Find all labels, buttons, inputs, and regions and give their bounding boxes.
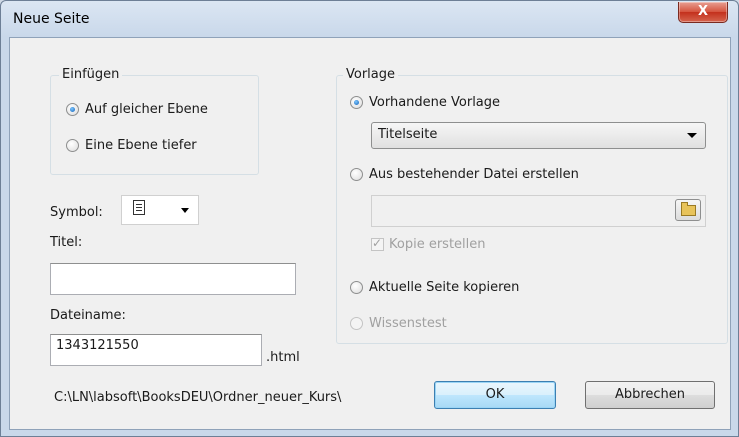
radio-eine-ebene-tiefer[interactable]: Eine Ebene tiefer [66, 138, 197, 153]
radio-label: Vorhandene Vorlage [369, 95, 501, 110]
radio-indicator [350, 168, 363, 181]
einfuegen-group: Einfügen Auf gleicher Ebene Eine Ebene t… [50, 67, 259, 175]
radio-indicator [350, 96, 363, 109]
ok-button[interactable]: OK [434, 381, 556, 409]
title-bar: Neue Seite X [1, 1, 738, 37]
radio-indicator [66, 103, 79, 116]
close-button[interactable]: X [678, 2, 728, 23]
radio-aus-datei[interactable]: Aus bestehender Datei erstellen [350, 167, 579, 182]
radio-indicator [350, 317, 363, 330]
titel-input[interactable] [50, 263, 296, 295]
radio-label: Aus bestehender Datei erstellen [369, 167, 579, 182]
vorlage-group: Vorlage Vorhandene Vorlage Titelseite Au… [336, 67, 728, 344]
radio-label: Aktuelle Seite kopieren [369, 280, 520, 295]
symbol-label: Symbol: [50, 205, 103, 220]
radio-indicator [350, 281, 363, 294]
radio-label: Wissenstest [369, 316, 447, 331]
symbol-dropdown[interactable] [121, 195, 199, 225]
kopie-erstellen-checkbox[interactable]: Kopie erstellen [371, 236, 486, 252]
cancel-button[interactable]: Abbrechen [585, 381, 715, 409]
dateiname-suffix: .html [266, 350, 300, 365]
template-select-value: Titelseite [378, 127, 438, 142]
folder-icon [681, 202, 696, 216]
titel-label: Titel: [50, 235, 83, 250]
radio-wissenstest[interactable]: Wissenstest [350, 316, 447, 331]
radio-indicator [66, 139, 79, 152]
dateiname-input[interactable]: 1343121550 [50, 334, 262, 366]
chevron-down-icon [181, 208, 189, 213]
radio-label: Eine Ebene tiefer [85, 138, 197, 153]
template-select[interactable]: Titelseite [371, 122, 706, 149]
chevron-down-icon [687, 133, 697, 138]
file-path-input[interactable] [371, 195, 706, 227]
close-icon: X [697, 4, 709, 19]
checkbox-label: Kopie erstellen [389, 237, 486, 252]
radio-vorhandene-vorlage[interactable]: Vorhandene Vorlage [350, 95, 500, 110]
radio-auf-gleicher-ebene[interactable]: Auf gleicher Ebene [66, 102, 208, 117]
dateiname-label: Dateiname: [50, 308, 126, 323]
page-icon [133, 200, 145, 215]
checkbox-indicator [371, 236, 384, 251]
vorlage-legend: Vorlage [343, 67, 399, 82]
window-title: Neue Seite [13, 11, 90, 27]
radio-label: Auf gleicher Ebene [85, 102, 208, 117]
einfuegen-legend: Einfügen [59, 67, 123, 82]
path-text: C:\LN\labsoft\BooksDEU\Ordner_neuer_Kurs… [54, 390, 342, 405]
radio-aktuelle-seite-kopieren[interactable]: Aktuelle Seite kopieren [350, 280, 519, 295]
browse-button[interactable] [675, 199, 701, 221]
dialog-client-area: Einfügen Auf gleicher Ebene Eine Ebene t… [9, 37, 731, 430]
dialog-window: Neue Seite X Einfügen Auf gleicher Ebene… [0, 0, 739, 437]
